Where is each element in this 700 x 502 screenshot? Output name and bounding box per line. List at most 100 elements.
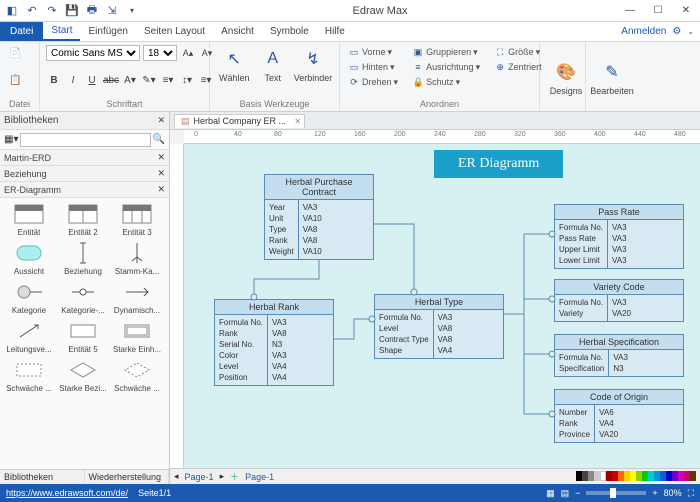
zoom-value[interactable]: 80% xyxy=(664,488,682,498)
lib-icon[interactable]: ▦▾ xyxy=(4,134,18,145)
cmd-zentriert[interactable]: ⊕Zentriert xyxy=(492,60,544,74)
entity-spec[interactable]: Herbal Specification Formula No.Specific… xyxy=(554,334,684,377)
diagram-title[interactable]: ER Diagramm xyxy=(434,150,563,178)
bold-button[interactable]: B xyxy=(46,72,62,88)
qat-more-icon[interactable]: ▾ xyxy=(124,3,140,19)
cat-close-icon[interactable]: ✕ xyxy=(157,152,165,163)
shape-starke[interactable]: Starke Einh... xyxy=(110,317,164,356)
select-tool[interactable]: ↖Wählen xyxy=(216,45,253,99)
save-icon[interactable]: 💾 xyxy=(64,3,80,19)
cmd-hinten[interactable]: ▭Hinten▾ xyxy=(346,60,400,74)
undo-icon[interactable]: ↶ xyxy=(24,3,40,19)
sbfoot-wieder[interactable]: Wiederherstellung xyxy=(85,470,170,484)
edit-button[interactable]: ✎Bearbeiten xyxy=(592,58,632,98)
underline-button[interactable]: U xyxy=(84,72,100,88)
entity-origin[interactable]: Code of Origin NumberRankProvinceVA6VA4V… xyxy=(554,389,684,443)
close-tab-icon[interactable]: ✕ xyxy=(294,117,301,126)
login-link[interactable]: Anmelden xyxy=(621,26,666,37)
entity-type[interactable]: Herbal Type Formula No.LevelContract Typ… xyxy=(374,294,504,359)
ribbon-collapse-icon[interactable]: ⌄ xyxy=(687,27,694,36)
tab-symbole[interactable]: Symbole xyxy=(262,22,317,41)
grow-font-icon[interactable]: A▴ xyxy=(180,45,196,61)
shape-schwaeche[interactable]: Schwäche ... xyxy=(2,356,56,395)
tab-einfuegen[interactable]: Einfügen xyxy=(80,22,135,41)
maximize-button[interactable]: ☐ xyxy=(644,0,672,22)
text-tool[interactable]: AText xyxy=(255,45,292,99)
font-size-select[interactable]: 18 xyxy=(143,45,177,61)
redo-icon[interactable]: ↷ xyxy=(44,3,60,19)
shape-kategorie2[interactable]: Kategorie-... xyxy=(56,278,110,317)
view-icon[interactable]: ▦ xyxy=(546,488,555,499)
search-input[interactable] xyxy=(20,133,150,147)
view-icon2[interactable]: ▤ xyxy=(561,488,570,499)
settings-icon[interactable]: ⚙ xyxy=(672,26,681,37)
group-anordnen: Anordnen xyxy=(346,99,533,111)
zoom-in-icon[interactable]: + xyxy=(652,488,657,498)
cat-er[interactable]: ER-Diagramm xyxy=(4,185,61,195)
font-family-select[interactable]: Comic Sans MS xyxy=(46,45,140,61)
italic-button[interactable]: I xyxy=(65,72,81,88)
cmd-ausrichtung[interactable]: ≡Ausrichtung▾ xyxy=(410,60,482,74)
center-icon: ⊕ xyxy=(494,61,506,73)
print-icon[interactable]: 🖶 xyxy=(84,3,100,19)
shape-beziehung[interactable]: Beziehung xyxy=(56,239,110,278)
file-menu[interactable]: Datei xyxy=(0,22,43,41)
document-tab[interactable]: ▤ Herbal Company ER ... ✕ xyxy=(174,114,305,128)
shape-entitaet3[interactable]: Entität 3 xyxy=(110,200,164,239)
export-icon[interactable]: ⇲ xyxy=(104,3,120,19)
minimize-button[interactable]: — xyxy=(616,0,644,22)
sidebar-close-icon[interactable]: ✕ xyxy=(157,115,165,126)
shape-aussicht[interactable]: Aussicht xyxy=(2,239,56,278)
cat-close-icon[interactable]: ✕ xyxy=(157,184,165,195)
page-tab2[interactable]: Page-1 xyxy=(245,472,274,482)
doc-icon: ▤ xyxy=(181,116,190,127)
page-prev-icon[interactable]: ◂ xyxy=(174,471,179,482)
shape-entitaet[interactable]: Entität xyxy=(2,200,56,239)
tab-seitenlayout[interactable]: Seiten Layout xyxy=(136,22,213,41)
shape-entitaet2[interactable]: Entität 2 xyxy=(56,200,110,239)
theme-colors[interactable] xyxy=(576,471,696,483)
cmd-drehen[interactable]: ⟳Drehen▾ xyxy=(346,75,400,89)
strike-button[interactable]: abc xyxy=(103,72,119,88)
entity-variety[interactable]: Variety Code Formula No.VarietyVA3VA20 xyxy=(554,279,684,322)
tab-ansicht[interactable]: Ansicht xyxy=(213,22,262,41)
highlight-icon[interactable]: ✎▾ xyxy=(141,72,157,88)
shape-leitung[interactable]: Leitungsve... xyxy=(2,317,56,356)
cmd-groesse[interactable]: ⛶Größe▾ xyxy=(492,45,544,59)
spacing-icon[interactable]: ↕▾ xyxy=(179,72,195,88)
search-icon[interactable]: 🔍 xyxy=(153,134,165,145)
shape-starkebez[interactable]: Starke Bezi... xyxy=(56,356,110,395)
cmd-schutz[interactable]: 🔒Schutz▾ xyxy=(410,75,482,89)
status-url[interactable]: https://www.edrawsoft.com/de/ xyxy=(6,488,128,498)
fullscreen-icon[interactable]: ⛶ xyxy=(688,488,694,499)
entity-rank[interactable]: Herbal Rank Formula No.RankSerial No.Col… xyxy=(214,299,334,386)
font-color-icon[interactable]: A▾ xyxy=(122,72,138,88)
entity-purchase[interactable]: Herbal Purchase Contract YearUnitTypeRan… xyxy=(264,174,374,260)
cmd-gruppieren[interactable]: ▣Gruppieren▾ xyxy=(410,45,482,59)
tab-start[interactable]: Start xyxy=(43,22,80,41)
cat-beziehung[interactable]: Beziehung xyxy=(4,169,47,179)
menu-icon[interactable]: ◧ xyxy=(4,3,20,19)
cmd-vorne[interactable]: ▭Vorne▾ xyxy=(346,45,400,59)
shape-stamm[interactable]: Stamm-Ka... xyxy=(110,239,164,278)
designs-button[interactable]: 🎨Designs xyxy=(546,58,586,98)
zoom-slider[interactable] xyxy=(586,491,646,495)
page-next-icon[interactable]: ▸ xyxy=(220,471,225,482)
cat-close-icon[interactable]: ✕ xyxy=(157,168,165,179)
close-button[interactable]: ✕ xyxy=(672,0,700,22)
paste-icon[interactable]: 📋 xyxy=(6,72,24,88)
new-icon[interactable]: 📄 xyxy=(6,45,24,61)
shape-dynamisch[interactable]: Dynamisch... xyxy=(110,278,164,317)
connector-tool[interactable]: ↯Verbinder xyxy=(293,45,333,99)
zoom-out-icon[interactable]: − xyxy=(575,488,580,498)
shape-schwaeche2[interactable]: Schwäche ... xyxy=(110,356,164,395)
page-name[interactable]: Page-1 xyxy=(185,472,214,482)
tab-hilfe[interactable]: Hilfe xyxy=(317,22,353,41)
shape-entitaet5[interactable]: Entität 5 xyxy=(56,317,110,356)
entity-pass[interactable]: Pass Rate Formula No.Pass RateUpper Limi… xyxy=(554,204,684,269)
bullets-icon[interactable]: ≡▾ xyxy=(160,72,176,88)
sbfoot-bib[interactable]: Bibliotheken xyxy=(0,470,85,484)
canvas[interactable]: ER Diagramm Herbal Purchase Contract Yea… xyxy=(184,144,700,468)
shape-kategorie[interactable]: Kategorie xyxy=(2,278,56,317)
cat-martin[interactable]: Martin-ERD xyxy=(4,153,51,163)
